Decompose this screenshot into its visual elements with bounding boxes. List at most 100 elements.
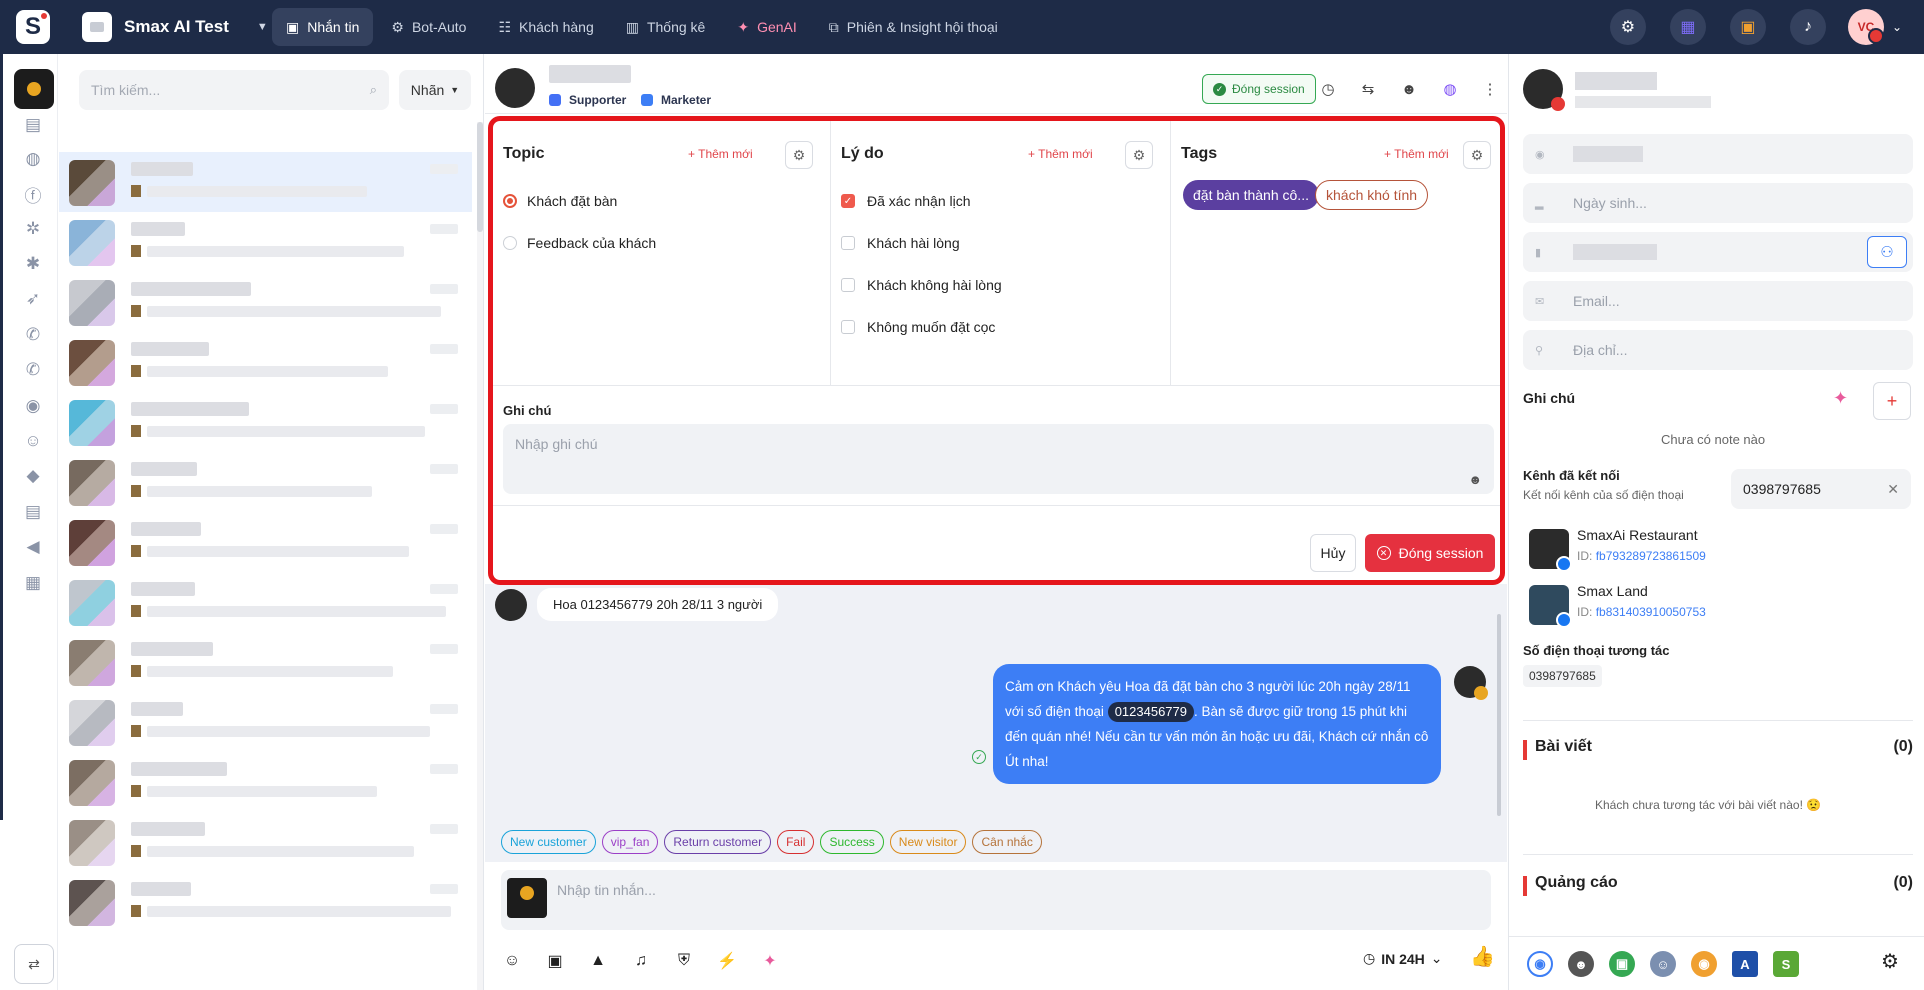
integration-icon[interactable]: ✲ xyxy=(22,218,44,240)
list-item[interactable] xyxy=(59,392,472,452)
list-item[interactable] xyxy=(59,752,472,812)
eye-icon[interactable]: ◉ xyxy=(22,395,44,417)
template-icon[interactable]: ▣ xyxy=(544,950,566,972)
add-contact-icon[interactable]: ⚇ xyxy=(1867,236,1907,268)
name-field[interactable]: ◉ xyxy=(1523,134,1913,174)
note-icon[interactable]: ▤ xyxy=(22,501,44,523)
messenger-icon[interactable]: ◍ xyxy=(1437,76,1463,102)
workspace-switcher[interactable]: Smax AI Test ▼ xyxy=(82,12,268,42)
connected-page-1[interactable]: Smax Land ID: fb831403910050753 xyxy=(1529,583,1909,628)
note-textarea[interactable]: Nhập ghi chú ☻ xyxy=(503,424,1494,494)
cancel-button[interactable]: Hủy xyxy=(1310,534,1356,572)
list-item[interactable] xyxy=(59,872,472,932)
address-field[interactable]: ⚲ Địa chỉ... xyxy=(1523,330,1913,370)
image-icon[interactable]: ▲ xyxy=(587,950,609,972)
facebook-icon[interactable]: ⓕ xyxy=(22,183,44,206)
gear-icon[interactable]: ⚙ xyxy=(1881,949,1899,974)
chat-tab-icon[interactable]: ▣ xyxy=(1609,951,1635,977)
nav-item-3[interactable]: ▥ Thống kê xyxy=(612,8,720,46)
avatar[interactable] xyxy=(1523,69,1565,111)
quick-tag-3[interactable]: Fail xyxy=(777,830,815,854)
profile-tab-icon[interactable]: ◉ xyxy=(1527,951,1553,977)
close-session-button[interactable]: ✓ Đóng session xyxy=(1202,74,1316,104)
reason-option-2[interactable]: Khách không hài lòng xyxy=(841,277,1002,293)
microphone-icon[interactable]: ♫ xyxy=(630,950,652,972)
bot-tab-icon[interactable]: ☻ xyxy=(1568,951,1594,977)
avatar[interactable] xyxy=(495,68,535,108)
nav-item-2[interactable]: ☷ Khách hàng xyxy=(484,8,607,46)
more-vertical-icon[interactable]: ⋮ xyxy=(1477,76,1503,102)
email-field[interactable]: ✉ Email... xyxy=(1523,281,1913,321)
ai-sparkle-icon[interactable]: ✦ xyxy=(1833,388,1848,409)
confirm-close-session-button[interactable]: ✕ Đóng session xyxy=(1365,534,1495,572)
list-item[interactable] xyxy=(59,512,472,572)
page-id-link[interactable]: fb793289723861509 xyxy=(1596,549,1706,563)
tag-pill-1[interactable]: khách khó tính xyxy=(1315,180,1429,210)
list-item[interactable] xyxy=(59,812,472,872)
ads-section[interactable]: Quảng cáo (0) xyxy=(1523,874,1913,898)
list-item[interactable] xyxy=(59,212,472,272)
add-tag-button[interactable]: + Thêm mới xyxy=(1384,147,1449,161)
gift-icon[interactable]: ▣ xyxy=(1729,9,1766,45)
birthday-field[interactable]: ▂ Ngày sinh... xyxy=(1523,183,1913,223)
missed-call-icon[interactable]: ✆ xyxy=(22,359,44,381)
user-menu[interactable]: VC ⌄ xyxy=(1847,9,1902,45)
quick-tag-1[interactable]: vip_fan xyxy=(601,830,659,854)
nav-item-4[interactable]: ✦ GenAI xyxy=(723,8,810,46)
gear-icon[interactable]: ⚙ xyxy=(785,141,813,169)
message-composer[interactable]: Nhập tin nhắn... xyxy=(501,870,1491,930)
smax-logo[interactable]: S xyxy=(16,10,50,44)
calendar-icon[interactable]: ▦ xyxy=(22,572,44,594)
quick-tag-2[interactable]: Return customer xyxy=(664,830,772,854)
quick-tag-5[interactable]: New visitor xyxy=(889,830,967,854)
channel-phone-input[interactable]: 0398797685 ✕ xyxy=(1731,469,1911,509)
bot-icon[interactable]: ☻ xyxy=(1396,76,1422,102)
reply-window-selector[interactable]: ◷ IN 24H ⌄ xyxy=(1363,950,1443,967)
asterisk-icon[interactable]: ✱ xyxy=(22,253,44,275)
list-item[interactable] xyxy=(59,572,472,632)
interacted-phone-chip[interactable]: 0398797685 xyxy=(1523,665,1602,687)
outgoing-message[interactable]: Cảm ơn Khách yêu Hoa đã đặt bàn cho 3 ng… xyxy=(993,664,1441,784)
nav-item-5[interactable]: ⧉ Phiên & Insight hội thoại xyxy=(815,8,1012,46)
quick-tag-0[interactable]: New customer xyxy=(501,830,596,854)
list-item[interactable] xyxy=(59,632,472,692)
connected-page-0[interactable]: SmaxAi Restaurant ID: fb793289723861509 xyxy=(1529,527,1909,572)
topic-option-0[interactable]: Khách đặt bàn xyxy=(503,193,617,209)
reason-option-0[interactable]: ✓ Đã xác nhận lịch xyxy=(841,193,971,209)
phone-icon[interactable]: ✆ xyxy=(22,324,44,346)
lightning-icon[interactable]: ⚡ xyxy=(716,950,738,972)
list-item[interactable] xyxy=(59,272,472,332)
search-input[interactable]: Tìm kiếm... ⌕ xyxy=(79,70,389,110)
nav-item-0[interactable]: ▣ Nhắn tin xyxy=(272,8,374,46)
shield-icon[interactable]: ⛨ xyxy=(673,950,695,972)
quick-tag-4[interactable]: Success xyxy=(820,830,884,854)
all-channels-icon[interactable]: ▤ xyxy=(22,114,44,136)
gear-icon[interactable]: ⚙ xyxy=(1125,141,1153,169)
quick-tag-6[interactable]: Cân nhắc xyxy=(972,830,1042,854)
a-app-icon[interactable]: A xyxy=(1732,951,1758,977)
add-note-button[interactable]: + xyxy=(1873,382,1911,420)
page-avatar[interactable] xyxy=(14,69,54,109)
translate-icon[interactable]: ⇆ xyxy=(1355,76,1381,102)
clear-icon[interactable]: ✕ xyxy=(1887,481,1899,498)
thumbs-up-icon[interactable]: 👍 xyxy=(1470,944,1495,969)
shopify-icon[interactable]: S xyxy=(1773,951,1799,977)
phone-chip[interactable]: 0123456779 xyxy=(1107,702,1194,722)
list-item[interactable] xyxy=(59,332,472,392)
reason-option-1[interactable]: Khách hài lòng xyxy=(841,235,960,251)
bell-icon[interactable]: ♪ xyxy=(1789,9,1826,45)
phone-field[interactable]: ▮ ⚇ xyxy=(1523,232,1913,272)
posts-section[interactable]: Bài viết (0) xyxy=(1523,738,1913,762)
conversation-scrollbar[interactable] xyxy=(477,122,483,990)
list-item[interactable] xyxy=(59,452,472,512)
messenger-icon[interactable]: ◍ xyxy=(22,148,44,170)
robot-tab-icon[interactable]: ☺ xyxy=(1650,951,1676,977)
tag-icon[interactable]: ◆ xyxy=(22,465,44,487)
gear-icon[interactable]: ⚙ xyxy=(1463,141,1491,169)
emoji-icon[interactable]: ☺ xyxy=(501,950,523,972)
label-filter-button[interactable]: Nhãn ▼ xyxy=(399,70,471,110)
list-item[interactable] xyxy=(59,152,472,212)
topic-option-1[interactable]: Feedback của khách xyxy=(503,235,656,251)
chat-scrollbar[interactable] xyxy=(1497,614,1501,816)
settings-icon[interactable]: ⚙ xyxy=(1609,9,1646,45)
